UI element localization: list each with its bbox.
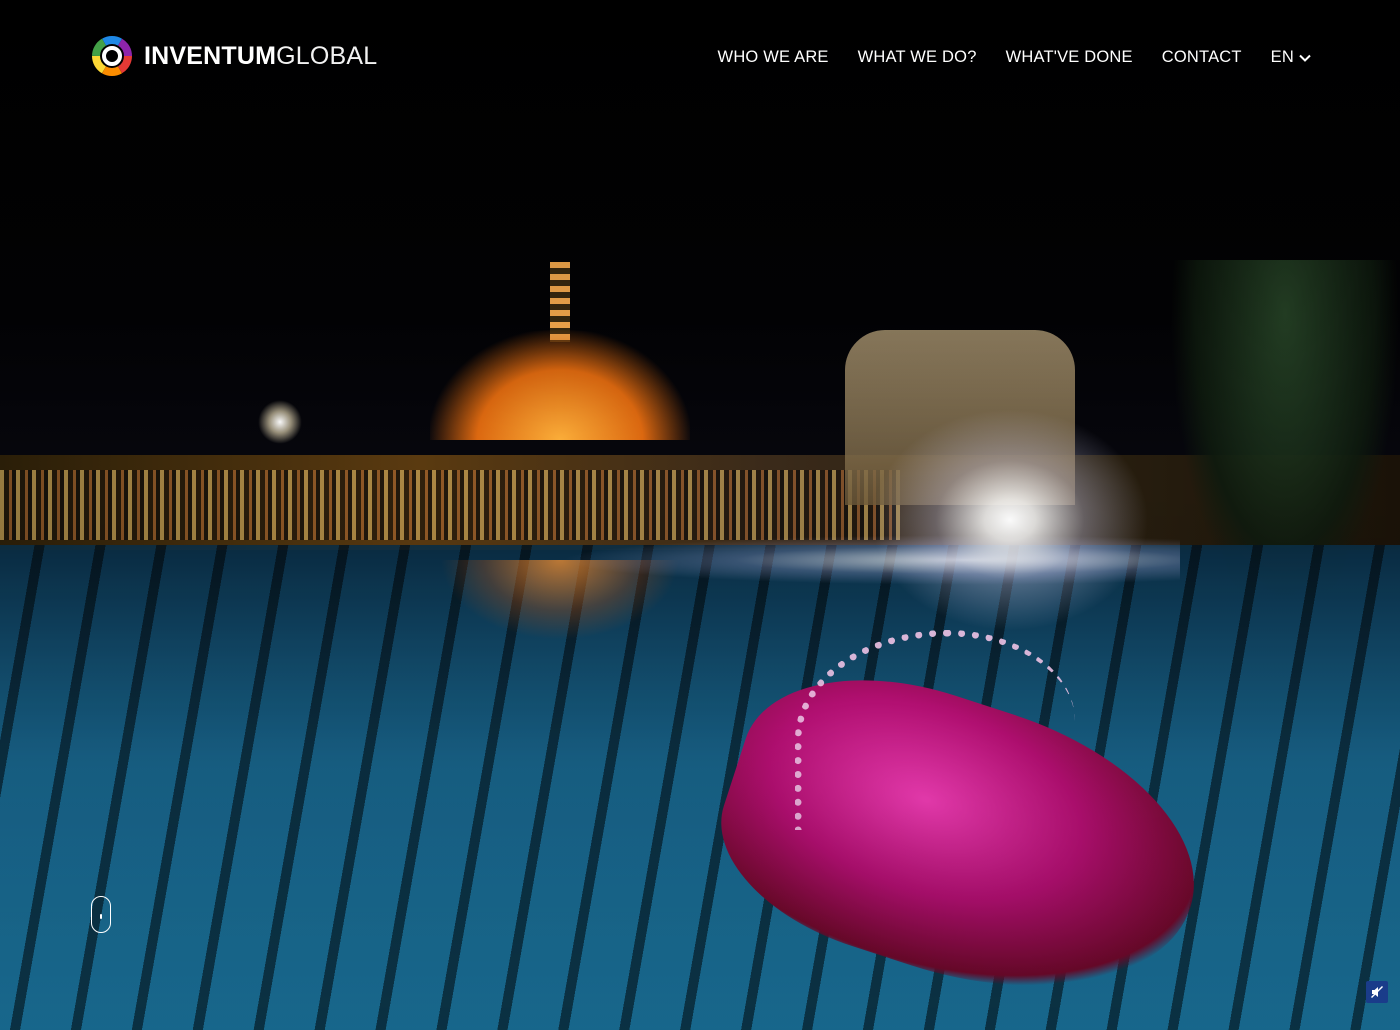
- language-label: EN: [1270, 48, 1294, 66]
- mute-button[interactable]: [1366, 981, 1388, 1003]
- hero-overlay: [0, 0, 1400, 1030]
- brand-name-bold: INVENTUM: [144, 41, 277, 70]
- scroll-wheel-dot: [100, 914, 102, 919]
- nav-item-contact[interactable]: CONTACT: [1162, 48, 1242, 67]
- language-selector[interactable]: EN: [1271, 48, 1312, 67]
- main-nav: WHO WE ARE WHAT WE DO? WHAT'VE DONE CONT…: [718, 48, 1312, 67]
- hero-background-video: [0, 0, 1400, 1030]
- brand-name-light: GLOBAL: [276, 41, 378, 70]
- scroll-mouse-icon[interactable]: [91, 896, 111, 933]
- ring-logo-icon: [92, 36, 132, 76]
- nav-item-what-we-do[interactable]: WHAT WE DO?: [858, 48, 977, 67]
- speaker-muted-icon: [1371, 986, 1383, 998]
- nav-item-who-we-are[interactable]: WHO WE ARE: [718, 48, 829, 67]
- brand-logo[interactable]: INVENTUMGLOBAL: [90, 34, 377, 78]
- nav-item-whatve-done[interactable]: WHAT'VE DONE: [1006, 48, 1133, 67]
- site-header: INVENTUMGLOBAL WHO WE ARE WHAT WE DO? WH…: [0, 0, 1400, 120]
- brand-wordmark: INVENTUMGLOBAL: [144, 42, 377, 71]
- chevron-down-icon: [1299, 54, 1311, 62]
